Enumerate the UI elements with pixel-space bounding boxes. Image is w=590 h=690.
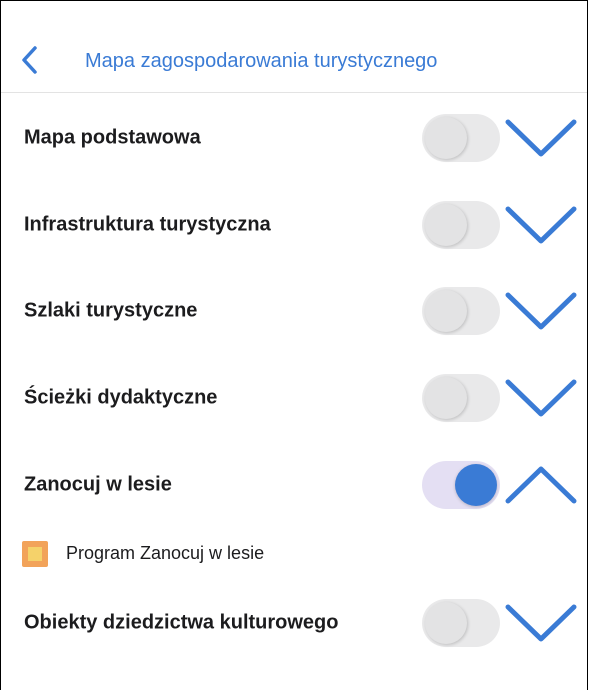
layer-row-obiekty-dziedzictwa-kulturowego: Obiekty dziedzictwa kulturowego bbox=[1, 593, 587, 653]
layer-toggle-infrastruktura-turystyczna[interactable] bbox=[422, 201, 500, 249]
toggle-knob bbox=[455, 464, 497, 506]
layer-label: Zanocuj w lesie bbox=[24, 473, 172, 496]
layer-toggle-zanocuj-w-lesie[interactable] bbox=[422, 461, 500, 509]
layer-row-sciezki-dydaktyczne: Ścieżki dydaktyczne bbox=[1, 368, 587, 428]
legend-item: Program Zanocuj w lesie bbox=[1, 537, 587, 571]
layer-row-infrastruktura-turystyczna: Infrastruktura turystyczna bbox=[1, 195, 587, 255]
chevron-down-icon[interactable] bbox=[504, 203, 578, 247]
chevron-up-icon[interactable] bbox=[504, 463, 578, 507]
chevron-down-icon[interactable] bbox=[504, 289, 578, 333]
toggle-knob bbox=[425, 602, 467, 644]
chevron-down-icon[interactable] bbox=[504, 601, 578, 645]
chevron-left-icon[interactable] bbox=[19, 45, 41, 75]
legend-swatch bbox=[22, 541, 48, 567]
toggle-knob bbox=[425, 117, 467, 159]
layer-toggle-szlaki-turystyczne[interactable] bbox=[422, 287, 500, 335]
toggle-knob bbox=[425, 377, 467, 419]
layer-row-zanocuj-w-lesie: Zanocuj w lesie bbox=[1, 455, 587, 515]
layer-toggle-obiekty-dziedzictwa-kulturowego[interactable] bbox=[422, 599, 500, 647]
layer-row-szlaki-turystyczne: Szlaki turystyczne bbox=[1, 281, 587, 341]
toggle-knob bbox=[425, 290, 467, 332]
layer-toggle-mapa-podstawowa[interactable] bbox=[422, 114, 500, 162]
layer-row-mapa-podstawowa: Mapa podstawowa bbox=[1, 108, 587, 168]
layer-toggle-sciezki-dydaktyczne[interactable] bbox=[422, 374, 500, 422]
chevron-down-icon[interactable] bbox=[504, 376, 578, 420]
legend-swatch-inner bbox=[28, 547, 42, 561]
layer-label: Ścieżki dydaktyczne bbox=[24, 386, 218, 409]
toggle-knob bbox=[425, 204, 467, 246]
layer-label: Infrastruktura turystyczna bbox=[24, 213, 271, 236]
page-title: Mapa zagospodarowania turystycznego bbox=[85, 50, 438, 72]
layer-label: Szlaki turystyczne bbox=[24, 299, 198, 322]
chevron-down-icon[interactable] bbox=[504, 116, 578, 160]
legend-label: Program Zanocuj w lesie bbox=[66, 543, 265, 563]
layer-label: Mapa podstawowa bbox=[24, 126, 201, 149]
app-frame: Mapa zagospodarowania turystycznego Mapa… bbox=[0, 0, 588, 690]
layer-label: Obiekty dziedzictwa kulturowego bbox=[24, 611, 339, 634]
header-bar: Mapa zagospodarowania turystycznego bbox=[1, 1, 587, 93]
